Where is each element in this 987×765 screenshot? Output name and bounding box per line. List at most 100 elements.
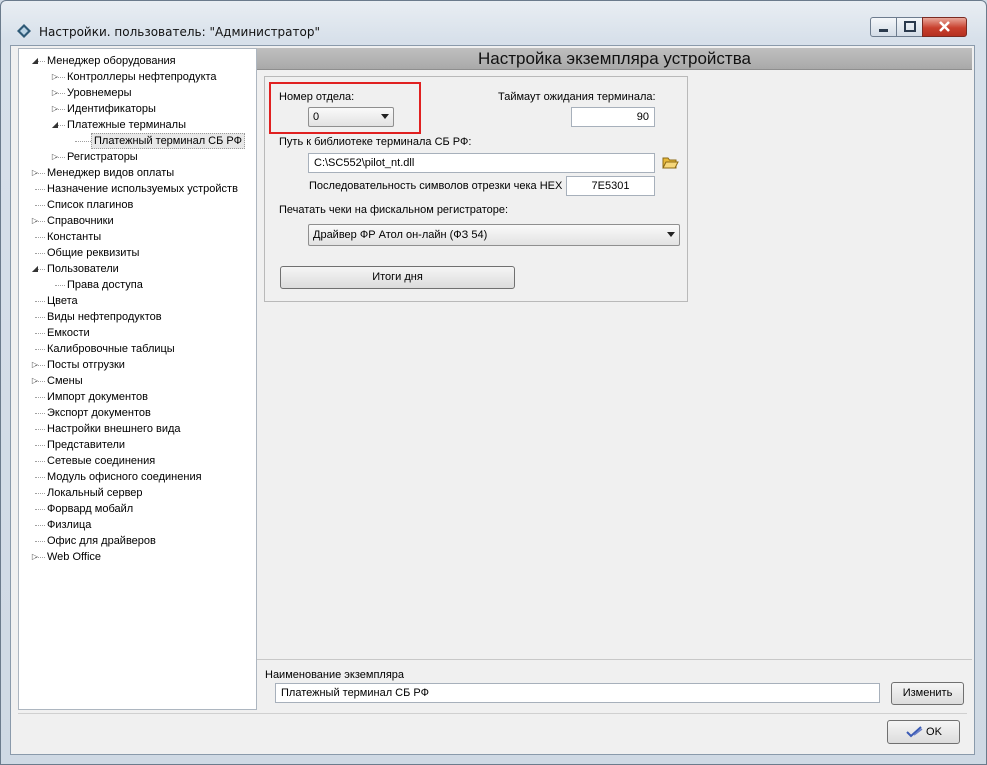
expanded-arrow-icon[interactable]: ◢	[51, 117, 59, 133]
maximize-icon	[904, 21, 916, 32]
tree-item[interactable]: Назначение используемых устройств	[19, 181, 256, 197]
tree-item-label: Пользователи	[47, 263, 119, 275]
tree-item-label: Уровнемеры	[67, 87, 132, 99]
tree-item-label: Контроллеры нефтепродукта	[67, 71, 217, 83]
cut-sequence-input[interactable]: 7E5301	[566, 176, 655, 196]
collapsed-arrow-icon[interactable]: ▷	[51, 69, 59, 85]
expanded-arrow-icon[interactable]: ◢	[31, 261, 39, 277]
tree-item[interactable]: Настройки внешнего вида	[19, 421, 256, 437]
tree-item-label: Калибровочные таблицы	[47, 343, 175, 355]
tree-item[interactable]: ▷ Контроллеры нефтепродукта	[19, 69, 256, 85]
tree-item[interactable]: ◢ Пользователи	[19, 261, 256, 277]
tree-item[interactable]: Сетевые соединения	[19, 453, 256, 469]
expanded-arrow-icon[interactable]: ◢	[31, 53, 39, 69]
tree-item[interactable]: ▷ Посты отгрузки	[19, 357, 256, 373]
tree-item-label: Справочники	[47, 215, 114, 227]
tree-item[interactable]: ▷ Уровнемеры	[19, 85, 256, 101]
title-bar[interactable]: Настройки. пользователь: "Администратор"	[1, 1, 986, 41]
maximize-button[interactable]	[896, 17, 923, 37]
close-button[interactable]	[922, 17, 967, 37]
fiscal-driver-value: Драйвер ФР Атол он-лайн (ФЗ 54)	[313, 229, 488, 241]
tree-item-label: Платежный терминал СБ РФ	[91, 133, 245, 149]
tree-item-label: Посты отгрузки	[47, 359, 125, 371]
collapsed-arrow-icon[interactable]: ▷	[31, 373, 39, 389]
chevron-down-icon	[667, 232, 675, 237]
tree-item-label: Цвета	[47, 295, 78, 307]
tree-item-label: Смены	[47, 375, 83, 387]
change-button[interactable]: Изменить	[891, 682, 964, 705]
tree-item[interactable]: Калибровочные таблицы	[19, 341, 256, 357]
tree-item[interactable]: Представители	[19, 437, 256, 453]
close-icon	[939, 21, 950, 32]
folder-icon[interactable]	[662, 156, 679, 170]
tree-item-label: Модуль офисного соединения	[47, 471, 202, 483]
tree-item[interactable]: ▷ Идентификаторы	[19, 101, 256, 117]
minimize-button[interactable]	[870, 17, 897, 37]
app-icon	[17, 24, 31, 38]
tree-item[interactable]: Экспорт документов	[19, 405, 256, 421]
tree-item-label: Назначение используемых устройств	[47, 183, 238, 195]
library-path-input[interactable]: C:\SC552\pilot_nt.dll	[308, 153, 655, 173]
tree-item[interactable]: Локальный сервер	[19, 485, 256, 501]
window-title: Настройки. пользователь: "Администратор"	[39, 25, 320, 39]
instance-name-input[interactable]: Платежный терминал СБ РФ	[275, 683, 880, 703]
tree-item-label: Платежные терминалы	[67, 119, 186, 131]
collapsed-arrow-icon[interactable]: ▷	[31, 165, 39, 181]
collapsed-arrow-icon[interactable]: ▷	[51, 101, 59, 117]
tree-item[interactable]: ▷ Web Office	[19, 549, 256, 565]
collapsed-arrow-icon[interactable]: ▷	[31, 357, 39, 373]
tree-connector	[35, 525, 45, 526]
collapsed-arrow-icon[interactable]: ▷	[31, 549, 39, 565]
tree-connector	[35, 333, 45, 334]
tree-item[interactable]: Емкости	[19, 325, 256, 341]
tree-connector	[35, 429, 45, 430]
print-label: Печатать чеки на фискальном регистраторе…	[279, 204, 509, 216]
tree-item[interactable]: Импорт документов	[19, 389, 256, 405]
tree-item[interactable]: Список плагинов	[19, 197, 256, 213]
tree-item[interactable]: Права доступа	[19, 277, 256, 293]
tree-item-label: Регистраторы	[67, 151, 138, 163]
tree-connector	[35, 397, 45, 398]
settings-tree[interactable]: ◢ Менеджер оборудования ▷ Контроллеры нефте…	[18, 48, 257, 710]
tree-connector	[55, 285, 65, 286]
tree-item-label: Сетевые соединения	[47, 455, 156, 467]
cut-sequence-value: 7E5301	[591, 180, 630, 192]
tree-item[interactable]: ▷ Менеджер видов оплаты	[19, 165, 256, 181]
minimize-icon	[879, 29, 888, 32]
tree-item[interactable]: Модуль офисного соединения	[19, 469, 256, 485]
timeout-input[interactable]: 90	[571, 107, 655, 127]
collapsed-arrow-icon[interactable]: ▷	[31, 213, 39, 229]
tree-connector	[35, 317, 45, 318]
tree-item[interactable]: Виды нефтепродуктов	[19, 309, 256, 325]
ok-button[interactable]: OK	[887, 720, 960, 744]
tree-item[interactable]: Платежный терминал СБ РФ	[19, 133, 256, 149]
tree-item[interactable]: ▷ Регистраторы	[19, 149, 256, 165]
tree-item[interactable]: ▷ Смены	[19, 373, 256, 389]
tree-item-label: Форвард мобайл	[47, 503, 134, 515]
tree-item[interactable]: Константы	[19, 229, 256, 245]
tree-connector	[35, 413, 45, 414]
day-totals-button[interactable]: Итоги дня	[280, 266, 515, 289]
tree-item[interactable]: ◢ Менеджер оборудования	[19, 53, 256, 69]
tree-connector	[35, 541, 45, 542]
tree-item-label: Список плагинов	[47, 199, 134, 211]
collapsed-arrow-icon[interactable]: ▷	[51, 85, 59, 101]
tree-item-label: Web Office	[47, 551, 102, 563]
instance-name-value: Платежный терминал СБ РФ	[281, 687, 429, 699]
tree-item[interactable]: Офис для драйверов	[19, 533, 256, 549]
settings-panel: Настройка экземпляра устройства Номер от…	[257, 48, 972, 710]
tree-item[interactable]: Форвард мобайл	[19, 501, 256, 517]
collapsed-arrow-icon[interactable]: ▷	[51, 149, 59, 165]
fiscal-driver-select[interactable]: Драйвер ФР Атол он-лайн (ФЗ 54)	[308, 224, 680, 246]
tree-item[interactable]: ▷ Справочники	[19, 213, 256, 229]
panel-header-title: Настройка экземпляра устройства	[477, 49, 751, 68]
cut-sequence-label: Последовательность символов отрезки чека…	[309, 180, 563, 192]
tree-item-label: Емкости	[47, 327, 90, 339]
tree-connector	[35, 461, 45, 462]
tree-item[interactable]: ◢ Платежные терминалы	[19, 117, 256, 133]
tree-connector	[35, 445, 45, 446]
tree-connector	[35, 189, 45, 190]
tree-item[interactable]: Цвета	[19, 293, 256, 309]
tree-item[interactable]: Общие реквизиты	[19, 245, 256, 261]
tree-item[interactable]: Физлица	[19, 517, 256, 533]
